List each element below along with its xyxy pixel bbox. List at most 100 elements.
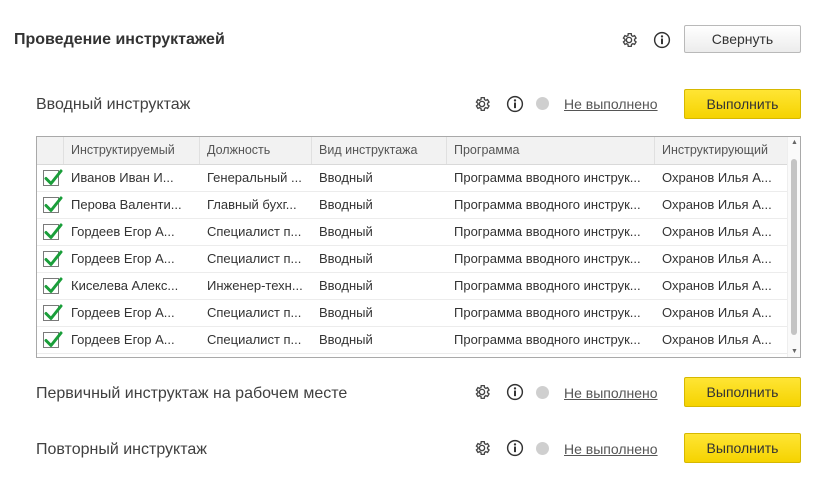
cell-instructor: Охранов Илья А... (655, 354, 789, 357)
execute-button[interactable]: Выполнить (684, 433, 801, 463)
checkmark-icon (44, 223, 62, 239)
column-header-briefing-type[interactable]: Вид инструктажа (312, 137, 447, 164)
row-checkbox-cell (37, 219, 64, 245)
cell-instructor: Охранов Илья А... (662, 332, 772, 347)
row-checkbox-cell (37, 327, 64, 353)
row-checkbox[interactable] (42, 331, 62, 348)
cell-briefing-type: Вводный (319, 278, 373, 293)
cell-instructor: Охранов Илья А... (662, 278, 772, 293)
cell-position: Инженер-техн... (207, 278, 303, 293)
row-checkbox-cell (37, 273, 64, 299)
section-info-button[interactable] (505, 94, 525, 114)
section-settings-button[interactable] (472, 94, 492, 114)
cell-program: Программа вводного инструк... (447, 354, 655, 357)
cell-briefing-type: Вводный (319, 251, 373, 266)
cell-position: Специалист п... (207, 224, 302, 239)
info-icon (653, 31, 671, 49)
cell-briefing-type: Вводный (319, 197, 373, 212)
checkmark-icon (44, 277, 62, 293)
cell-program: Программа вводного инструк... (454, 224, 641, 239)
section-title-primary: Первичный инструктаж на рабочем месте (36, 385, 348, 402)
column-header-program[interactable]: Программа (447, 137, 655, 164)
column-header-position[interactable]: Должность (200, 137, 312, 164)
info-icon (506, 439, 524, 457)
table-row[interactable]: Иванов Иван И... Генеральный ... Вводный Пр… (37, 165, 789, 192)
cell-position: Главный бухг... (207, 197, 297, 212)
table-row[interactable]: Гордеев Егор А... Специалист п... Вводный П… (37, 300, 789, 327)
status-link[interactable]: Не выполнено (564, 96, 658, 112)
scroll-up-icon[interactable]: ▲ (791, 139, 798, 146)
scroll-down-icon[interactable]: ▼ (791, 348, 798, 355)
cell-instructor: Охранов Илья А... (662, 170, 772, 185)
checkmark-icon (44, 169, 62, 185)
execute-button[interactable]: Выполнить (684, 89, 801, 119)
checkmark-icon (44, 304, 62, 320)
cell-trainee: Гордеев Егор А... (71, 251, 175, 266)
section-title-introductory: Вводный инструктаж (36, 96, 191, 113)
cell-program: Программа вводного инструк... (454, 278, 641, 293)
info-icon (506, 95, 524, 113)
table-row[interactable]: Киселева Алекс... Инженер-техн... Вводный П… (37, 273, 789, 300)
checkmark-icon (44, 196, 62, 212)
status-link[interactable]: Не выполнено (564, 385, 658, 401)
gear-icon (622, 32, 637, 48)
row-checkbox-cell (37, 300, 64, 326)
column-header-trainee[interactable]: Инструктируемый (64, 137, 200, 164)
gear-icon (475, 96, 490, 112)
row-checkbox-cell (37, 192, 64, 218)
cell-trainee: Гордеев Егор А... (71, 305, 175, 320)
cell-briefing-type: Вводный (312, 354, 447, 357)
section-info-button[interactable] (505, 382, 525, 402)
checkmark-icon (44, 331, 62, 347)
status-dot (536, 386, 549, 399)
status-dot (536, 97, 549, 110)
cell-trainee: Гордеев Егор А... (71, 332, 175, 347)
section-settings-button[interactable] (472, 382, 492, 402)
cell-program: Программа вводного инструк... (454, 170, 641, 185)
execute-button[interactable]: Выполнить (684, 377, 801, 407)
row-checkbox[interactable] (42, 223, 62, 240)
header-info-button[interactable] (652, 30, 672, 50)
gear-icon (475, 384, 490, 400)
scrollbar-thumb[interactable] (791, 159, 797, 335)
column-header-instructor[interactable]: Инструктирующий (655, 137, 789, 164)
cell-instructor: Охранов Илья А... (662, 224, 772, 239)
row-checkbox[interactable] (42, 196, 62, 213)
section-info-button[interactable] (505, 438, 525, 458)
table-header: Инструктируемый Должность Вид инструктаж… (37, 137, 789, 165)
row-checkbox[interactable] (42, 304, 62, 321)
table-scrollbar[interactable]: ▲ ▼ (787, 137, 800, 357)
table-body: Иванов Иван И... Генеральный ... Вводный Пр… (37, 165, 789, 358)
table-row[interactable]: Перова Валенти... Главный бухг... Вводный П… (37, 192, 789, 219)
cell-briefing-type: Вводный (319, 170, 373, 185)
header-settings-button[interactable] (619, 30, 639, 50)
cell-program: Программа вводного инструк... (454, 332, 641, 347)
checkmark-icon (43, 357, 63, 358)
table-row[interactable]: Охранов Илья А... Специалист п...ВводныйП… (37, 354, 789, 358)
cell-program: Программа вводного инструк... (454, 305, 641, 320)
row-checkbox[interactable] (42, 277, 62, 294)
cell-position: Специалист п... (207, 251, 302, 266)
row-checkbox[interactable] (42, 250, 62, 267)
cell-instructor: Охранов Илья А... (662, 197, 772, 212)
table-row[interactable]: Гордеев Егор А... Специалист п... Вводный П… (37, 246, 789, 273)
row-checkbox[interactable] (42, 169, 62, 186)
cell-briefing-type: Вводный (319, 224, 373, 239)
cell-position: Генеральный ... (207, 170, 302, 185)
cell-briefing-type: Вводный (319, 305, 373, 320)
cell-trainee: Иванов Иван И... (71, 170, 174, 185)
column-header-check[interactable] (37, 137, 64, 164)
cell-position: Специалист п... (200, 354, 312, 357)
section-settings-button[interactable] (472, 438, 492, 458)
row-checkbox-cell (37, 246, 64, 272)
status-link[interactable]: Не выполнено (564, 441, 658, 457)
cell-position: Специалист п... (207, 332, 302, 347)
page-title: Проведение инструктажей (14, 31, 225, 48)
gear-icon (475, 440, 490, 456)
briefing-table: Инструктируемый Должность Вид инструктаж… (36, 136, 801, 358)
cell-program: Программа вводного инструк... (454, 251, 641, 266)
checkmark-icon (44, 250, 62, 266)
table-row[interactable]: Гордеев Егор А... Специалист п... Вводный П… (37, 327, 789, 354)
table-row[interactable]: Гордеев Егор А... Специалист п... Вводный П… (37, 219, 789, 246)
collapse-button[interactable]: Свернуть (684, 25, 801, 53)
